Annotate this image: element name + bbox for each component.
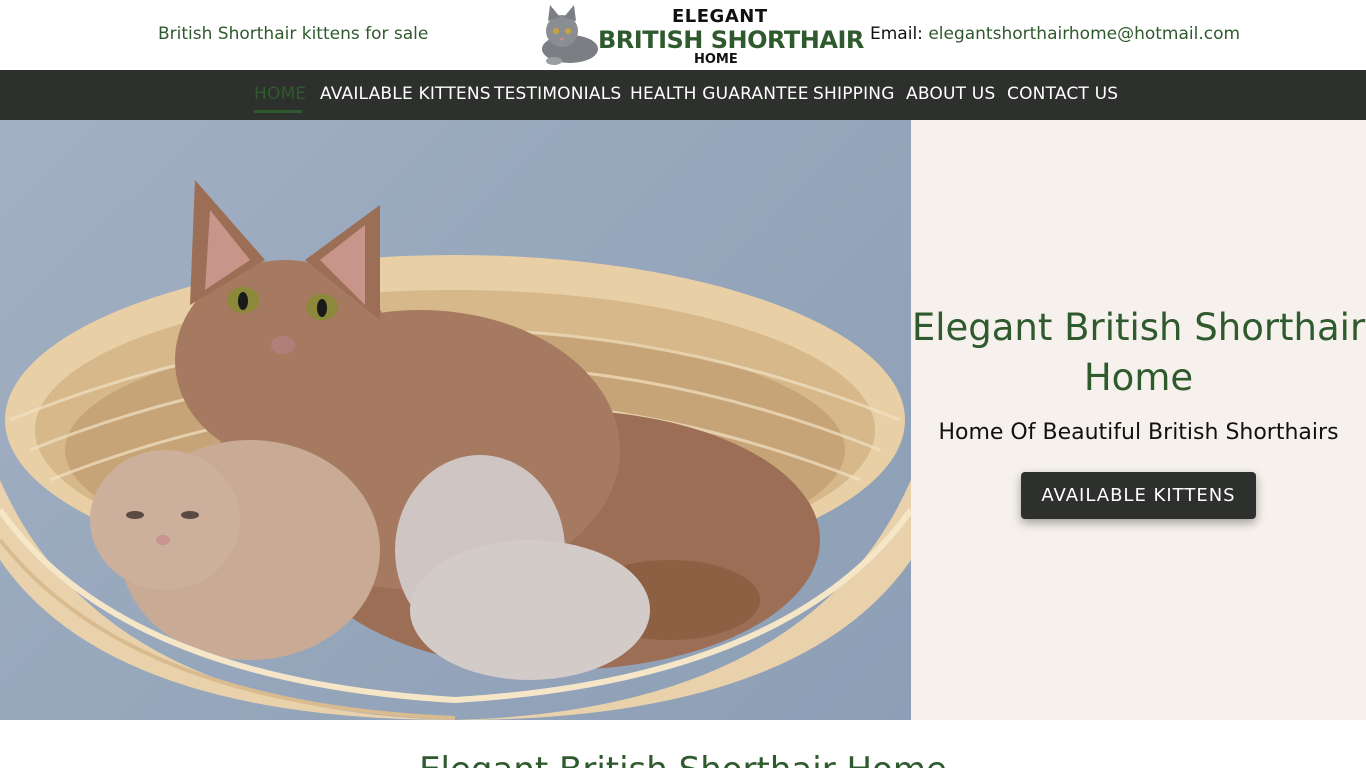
hero-image bbox=[0, 120, 911, 720]
site-header: British Shorthair kittens for sale ELEGA… bbox=[0, 0, 1366, 70]
header-tagline: British Shorthair kittens for sale bbox=[158, 24, 429, 44]
header-email: Email: elegantshorthairhome@hotmail.com bbox=[870, 24, 1240, 44]
nav-item-testimonials[interactable]: TESTIMONIALS bbox=[494, 84, 621, 104]
cat-logo-icon bbox=[542, 5, 598, 65]
hero-panel: Elegant British Shorthair Home Home Of B… bbox=[911, 120, 1366, 720]
nav-item-available-kittens[interactable]: AVAILABLE KITTENS bbox=[320, 84, 491, 104]
email-link[interactable]: elegantshorthairhome@hotmail.com bbox=[928, 24, 1240, 44]
email-label: Email: bbox=[870, 24, 923, 44]
nav-active-underline bbox=[254, 110, 302, 113]
nav-item-health-guarantee[interactable]: HEALTH GUARANTEE bbox=[630, 84, 809, 104]
logo-line-1: ELEGANT bbox=[672, 6, 768, 27]
available-kittens-button[interactable]: AVAILABLE KITTENS bbox=[1021, 472, 1256, 519]
nav-item-contact-us[interactable]: CONTACT US bbox=[1007, 84, 1118, 104]
hero-subtitle: Home Of Beautiful British Shorthairs bbox=[938, 420, 1339, 445]
site-logo[interactable]: ELEGANT BRITISH SHORTHAIR HOME bbox=[534, 3, 864, 67]
nav-item-about-us[interactable]: ABOUT US bbox=[906, 84, 995, 104]
cats-in-basket-photo bbox=[0, 180, 911, 720]
content-section: Elegant British Shorthair Home bbox=[0, 720, 1366, 768]
logo-line-3: HOME bbox=[694, 52, 738, 67]
main-nav: HOME AVAILABLE KITTENS TESTIMONIALS HEAL… bbox=[0, 70, 1366, 120]
nav-item-home[interactable]: HOME bbox=[254, 84, 306, 104]
nav-item-shipping[interactable]: SHIPPING bbox=[813, 84, 895, 104]
logo-line-2: BRITISH SHORTHAIR bbox=[598, 26, 864, 54]
section-title: Elegant British Shorthair Home bbox=[0, 750, 1366, 768]
hero-title: Elegant British Shorthair Home bbox=[911, 306, 1366, 399]
